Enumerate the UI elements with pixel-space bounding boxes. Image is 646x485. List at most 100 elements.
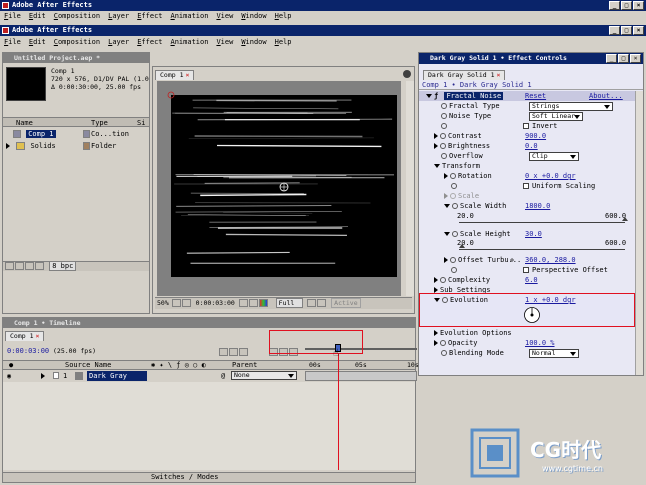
menu-view[interactable]: View	[216, 11, 233, 22]
invert-checkbox[interactable]	[523, 123, 529, 129]
stopwatch-icon[interactable]	[440, 340, 446, 346]
effect-scrollbar[interactable]	[635, 91, 643, 375]
crosshair-icon[interactable]: ✛	[510, 255, 514, 265]
group-evolution-options[interactable]: Evolution Options	[419, 328, 643, 338]
col-source-name[interactable]: Source Name	[65, 361, 111, 370]
collapse-triangle-icon[interactable]	[434, 298, 440, 302]
layer-duration-bar[interactable]	[305, 371, 417, 381]
zoom-dropdown[interactable]: 50%	[157, 299, 169, 307]
comp-flowchart-icon[interactable]	[219, 348, 228, 356]
inner-minimize-button[interactable]: _	[609, 26, 620, 35]
group-transform[interactable]: Transform	[419, 161, 643, 171]
stopwatch-icon[interactable]	[440, 277, 446, 283]
effect-header-row[interactable]: ƒ Fractal Noise Reset About...	[419, 91, 643, 101]
layer-name[interactable]: Dark Gray	[87, 371, 147, 381]
scale-width-value[interactable]: 1800.0	[525, 201, 550, 211]
project-row-comp[interactable]: Comp 1 Co...tion	[3, 129, 149, 139]
stopwatch-icon[interactable]	[450, 257, 456, 263]
stopwatch-icon[interactable]	[441, 123, 447, 129]
inner-menu-window[interactable]: Window	[241, 37, 266, 48]
rotation-value[interactable]: 0 x +0.0 dgr	[525, 171, 576, 181]
time-ruler[interactable]: 00s 05s 10s	[305, 361, 419, 369]
inner-menu-effect[interactable]: Effect	[137, 37, 162, 48]
maximize-button[interactable]: □	[621, 1, 632, 10]
layer-label-color[interactable]	[53, 372, 59, 379]
offset-value[interactable]: 360.0, 288.0	[525, 255, 576, 265]
stopwatch-icon[interactable]	[440, 133, 446, 139]
noise-type-dropdown[interactable]: Soft Linear	[529, 112, 583, 121]
inner-menu-composition[interactable]: Composition	[54, 37, 100, 48]
stopwatch-icon[interactable]	[441, 153, 447, 159]
close-tab-icon[interactable]: ×	[185, 71, 189, 79]
expand-triangle-icon[interactable]	[434, 340, 438, 346]
stopwatch-icon[interactable]	[451, 183, 457, 189]
col-name[interactable]: Name	[16, 119, 33, 127]
scale-height-slider[interactable]	[459, 249, 625, 250]
uniform-scaling-checkbox[interactable]	[523, 183, 529, 189]
transparency-grid-icon[interactable]	[317, 299, 327, 307]
bpc-button[interactable]: 8 bpc	[49, 261, 77, 271]
inner-maximize-button[interactable]: □	[621, 26, 632, 35]
interpret-footage-icon[interactable]	[5, 262, 14, 270]
expand-triangle-icon[interactable]	[434, 330, 438, 336]
collapse-triangle-icon[interactable]	[434, 164, 440, 168]
overflow-dropdown[interactable]: Clip	[529, 152, 579, 161]
fx-icon[interactable]: ƒ	[434, 92, 438, 100]
timeline-time[interactable]: 0:00:03:00	[7, 347, 49, 355]
channel-icon[interactable]	[258, 299, 268, 307]
col-type[interactable]: Type	[91, 118, 108, 128]
grid-icon[interactable]	[181, 299, 191, 307]
fractal-type-dropdown[interactable]: Strings	[529, 102, 613, 111]
expand-triangle-icon[interactable]	[41, 373, 45, 379]
menu-layer[interactable]: Layer	[108, 11, 129, 22]
effect-name[interactable]: Fractal Noise	[444, 92, 504, 100]
complexity-value[interactable]: 6.0	[525, 275, 538, 285]
camera-dropdown[interactable]: Active	[331, 298, 361, 308]
expand-triangle-icon[interactable]	[434, 133, 438, 139]
menu-help[interactable]: Help	[275, 11, 292, 22]
collapse-triangle-icon[interactable]	[444, 232, 450, 236]
show-snapshot-icon[interactable]	[248, 299, 258, 307]
scale-height-slider-knob[interactable]	[458, 244, 465, 248]
eye-icon[interactable]: ◉	[7, 371, 11, 381]
collapse-triangle-icon[interactable]	[426, 94, 432, 98]
minimize-button[interactable]: _	[609, 1, 620, 10]
comp-viewport[interactable]	[157, 81, 401, 296]
scale-width-slider-knob[interactable]	[622, 217, 628, 221]
col-parent[interactable]: Parent	[232, 361, 257, 370]
parent-dropdown[interactable]: None	[231, 371, 297, 380]
close-tab-icon[interactable]: ×	[497, 71, 501, 79]
stopwatch-icon[interactable]	[442, 297, 448, 303]
pickwhip-icon[interactable]: @	[221, 371, 225, 381]
menu-edit[interactable]: Edit	[29, 11, 46, 22]
solo-icon[interactable]	[229, 348, 238, 356]
inner-close-button[interactable]: ×	[633, 26, 644, 35]
scale-width-slider[interactable]	[459, 222, 625, 223]
inner-menu-edit[interactable]: Edit	[29, 37, 46, 48]
stopwatch-icon[interactable]	[450, 193, 456, 199]
expand-triangle-icon[interactable]	[434, 277, 438, 283]
project-row-solids[interactable]: Solids Folder	[3, 141, 149, 151]
stopwatch-icon[interactable]	[452, 231, 458, 237]
evolution-value[interactable]: 1 x +0.0 dgr	[525, 295, 576, 305]
stopwatch-icon[interactable]	[451, 267, 457, 273]
snapshot-icon[interactable]	[238, 299, 248, 307]
perspective-checkbox[interactable]	[523, 267, 529, 273]
switches-modes-toggle[interactable]: Switches / Modes	[151, 473, 218, 482]
stopwatch-icon[interactable]	[452, 203, 458, 209]
inner-menu-help[interactable]: Help	[275, 37, 292, 48]
comp-time[interactable]: 0:00:03:00	[196, 299, 235, 307]
opacity-value[interactable]: 100.0 %	[525, 338, 555, 348]
effect-maximize-button[interactable]: □	[618, 54, 629, 63]
close-tab-icon[interactable]: ×	[35, 332, 39, 340]
current-time-indicator[interactable]	[338, 354, 340, 470]
stopwatch-icon[interactable]	[441, 103, 447, 109]
expand-triangle-icon[interactable]	[6, 143, 10, 149]
collapse-triangle-icon[interactable]	[444, 204, 450, 208]
expand-triangle-icon[interactable]	[444, 257, 448, 263]
trash-icon[interactable]	[35, 262, 44, 270]
shy-icon[interactable]	[239, 348, 248, 356]
inner-menu-animation[interactable]: Animation	[171, 37, 209, 48]
effect-close-button[interactable]: ×	[630, 54, 641, 63]
close-button[interactable]: ×	[633, 1, 644, 10]
